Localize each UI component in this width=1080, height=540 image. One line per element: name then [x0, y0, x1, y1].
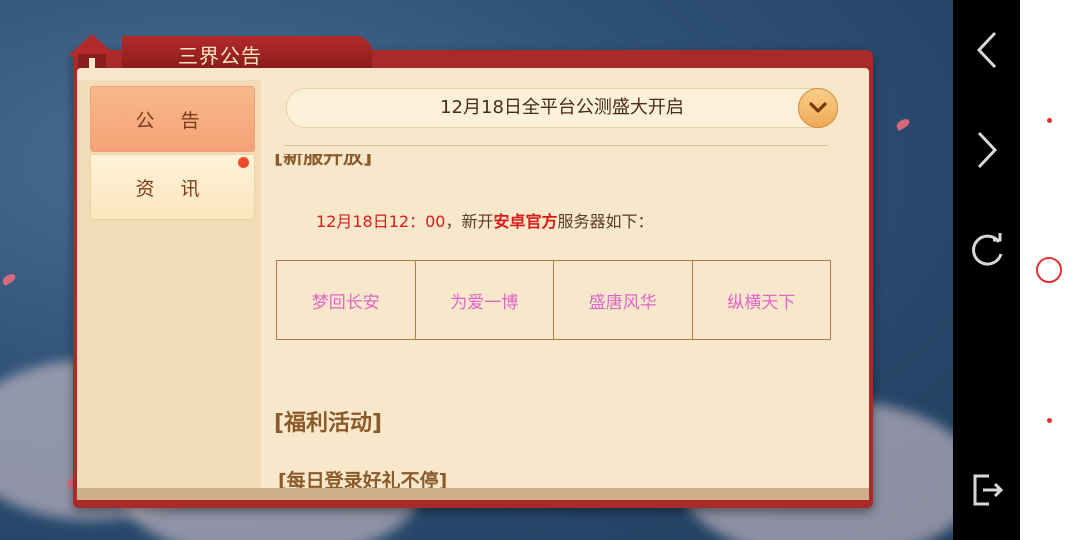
pavilion-icon: [68, 34, 116, 68]
petal-decoration: [894, 117, 912, 131]
notice-mid: ，新开: [445, 212, 494, 231]
left-nav: 公 告 资 讯: [77, 80, 261, 488]
dropdown-title: 12月18日全平台公测盛大开启: [440, 97, 684, 118]
panel-bottom-border: [77, 488, 869, 500]
indicator-dot: [1047, 418, 1052, 423]
server-cell: 纵横天下: [691, 260, 831, 340]
tab-news-label: 资 讯: [135, 177, 210, 200]
table-row: 梦回长安 为爱一博 盛唐风华 纵横天下: [276, 260, 831, 340]
chevron-left-icon[interactable]: [953, 20, 1020, 80]
navigation-bar: [953, 0, 1020, 540]
record-indicator-icon[interactable]: [1036, 257, 1062, 283]
tab-announcement[interactable]: 公 告: [90, 86, 255, 152]
notice-suffix: 服务器如下：: [557, 212, 654, 231]
server-cell: 梦回长安: [276, 260, 416, 340]
notice-line: 12月18日12：00，新开安卓官方服务器如下：: [316, 208, 654, 232]
chevron-right-icon[interactable]: [953, 120, 1020, 180]
notification-badge: [238, 157, 249, 168]
cut-heading: [新服开放]: [274, 154, 373, 168]
tab-announcement-label: 公 告: [135, 109, 210, 132]
exit-icon[interactable]: [953, 460, 1020, 520]
server-cell: 盛唐风华: [553, 260, 693, 340]
panel-title: 三界公告: [178, 44, 262, 68]
indicator-dot: [1047, 118, 1052, 123]
server-table: 梦回长安 为爱一博 盛唐风华 纵横天下: [276, 260, 831, 340]
refresh-icon[interactable]: [953, 220, 1020, 280]
panel-title-tab: 三界公告: [62, 30, 372, 70]
tab-news[interactable]: 资 讯: [90, 154, 255, 220]
divider: [284, 145, 828, 146]
section-title: [福利活动]: [274, 411, 383, 436]
notice-time: 12月18日12：00: [316, 212, 446, 231]
announcement-dropdown[interactable]: 12月18日全平台公测盛大开启: [286, 88, 838, 128]
section-subtitle: [每日登录好礼不停]: [278, 470, 448, 488]
notice-highlight: 安卓官方: [493, 212, 558, 231]
server-cell: 为爱一博: [414, 260, 554, 340]
petal-decoration: [0, 272, 18, 286]
chevron-down-icon[interactable]: [798, 88, 838, 128]
